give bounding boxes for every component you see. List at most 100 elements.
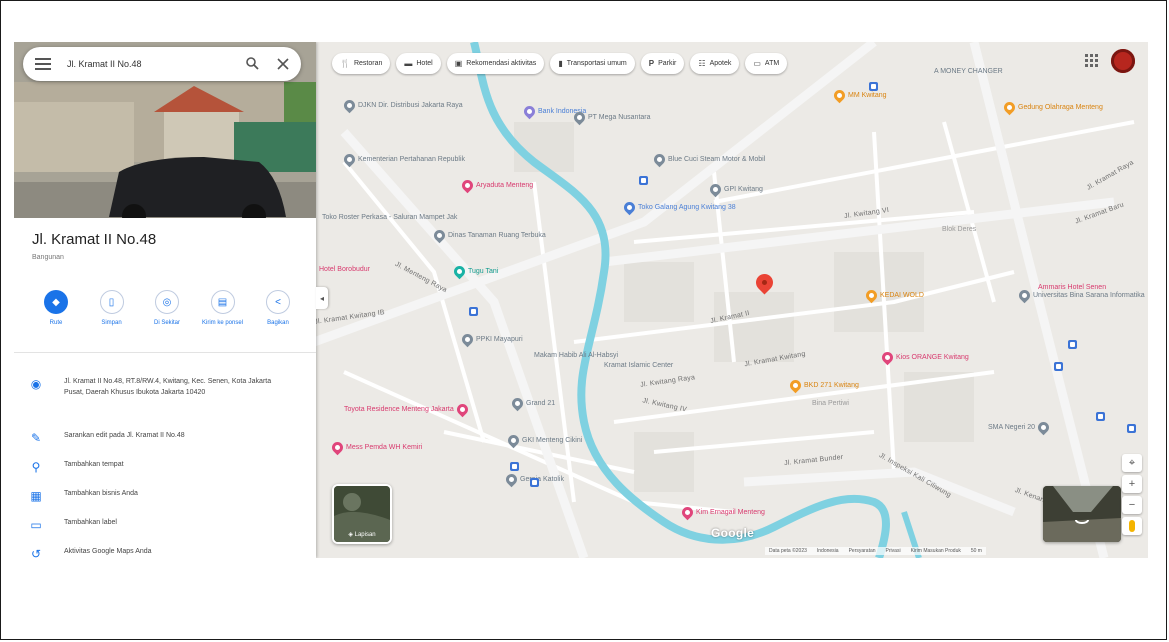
bus-stop-icon[interactable]: [530, 478, 539, 487]
poi-pin-icon: [431, 227, 448, 244]
chip-hotel[interactable]: ▬ Hotel: [396, 53, 441, 74]
search-input[interactable]: [65, 58, 229, 70]
address-row[interactable]: ◉ Jl. Kramat II No.48, RT.8/RW.4, Kwitan…: [28, 376, 289, 398]
poi-kedai-wold[interactable]: KEDAI WOLD: [863, 287, 924, 304]
close-icon[interactable]: [277, 57, 289, 75]
parking-icon: P: [648, 59, 655, 68]
poi-kim-ernagail[interactable]: Kim Ernagail Menteng: [679, 504, 765, 521]
chip-transit[interactable]: ▮ Transportasi umum: [550, 53, 635, 74]
zoom-in-button[interactable]: +: [1122, 475, 1142, 493]
poi-toko-roster[interactable]: Toko Roster Perkasa - Saluran Mampet Jak: [322, 214, 457, 222]
bus-stop-icon[interactable]: [639, 176, 648, 185]
poi-pt-mega[interactable]: PT Mega Nusantara: [571, 109, 651, 126]
map-controls: ⌖ + −: [1122, 454, 1142, 535]
label-icon: ▭: [30, 518, 42, 532]
action-buttons: ◆ Rute ▯ Simpan ◎ Di Sekitar ▤ Kirim ke …: [32, 290, 302, 327]
bus-stop-icon[interactable]: [469, 307, 478, 316]
layers-toggle[interactable]: ◈ Lapisan: [332, 484, 392, 544]
bus-stop-icon[interactable]: [869, 82, 878, 91]
poi-ammaris[interactable]: Ammaris Hotel Senen: [1038, 284, 1106, 292]
poi-hotel-borobudur[interactable]: Hotel Borobudur: [319, 266, 370, 274]
location-button[interactable]: ⌖: [1122, 454, 1142, 472]
poi-bkd-271[interactable]: BKD 271 Kwitang: [787, 377, 859, 394]
share-button[interactable]: < Bagikan: [254, 290, 302, 327]
zoom-out-button[interactable]: −: [1122, 496, 1142, 514]
menu-icon[interactable]: [35, 58, 51, 70]
poi-aryaduta[interactable]: Aryaduta Menteng: [459, 177, 533, 194]
profile-avatar[interactable]: [1111, 49, 1135, 73]
poi-gor-menteng[interactable]: Gedung Olahraga Menteng: [1001, 99, 1103, 116]
scale-label[interactable]: 50 m: [971, 548, 982, 554]
poi-pin-icon: [341, 97, 358, 114]
poi-makam-habib[interactable]: Makam Habib Ali Al-Habsyi: [534, 352, 618, 360]
poi-money-changer[interactable]: A MONEY CHANGER: [934, 68, 1003, 76]
layers-label: ◈ Lapisan: [348, 532, 376, 538]
pencil-icon: ✎: [30, 431, 42, 445]
terms-link[interactable]: Persyaratan: [849, 548, 876, 554]
collapse-panel-button[interactable]: ◂: [316, 287, 328, 309]
chip-activities[interactable]: ▣ Rekomendasi aktivitas: [446, 53, 545, 74]
privacy-link[interactable]: Privasi: [886, 548, 901, 554]
poi-sma-20[interactable]: SMA Negeri 20: [988, 419, 1052, 436]
pegman-icon: [1129, 520, 1135, 532]
chip-parking[interactable]: P Parkir: [640, 53, 685, 74]
poi-pin-icon: [707, 181, 724, 198]
poi-toko-galang[interactable]: Toko Galang Agung Kwitang 38: [621, 199, 736, 216]
save-button[interactable]: ▯ Simpan: [88, 290, 136, 327]
poi-gpi-kwitang[interactable]: GPI Kwitang: [707, 181, 763, 198]
chip-atm[interactable]: ▭ ATM: [745, 53, 788, 74]
poi-mess-pemda[interactable]: Mess Pemda WH Kemiri: [329, 439, 422, 456]
poi-ppki[interactable]: PPKI Mayapuri: [459, 331, 523, 348]
poi-gki[interactable]: GKI Menteng Cikini: [505, 432, 582, 449]
street-view-thumbnail[interactable]: [1043, 486, 1121, 542]
fork-knife-icon: 🍴: [340, 59, 350, 68]
bus-stop-icon[interactable]: [510, 462, 519, 471]
poi-kemhan[interactable]: Kementerian Pertahanan Republik: [341, 151, 465, 168]
add-place-row[interactable]: ⚲ Tambahkan tempat: [28, 459, 289, 475]
panel-divider: [14, 352, 316, 353]
feedback-link[interactable]: Kirim Masukan Produk: [911, 548, 961, 554]
bus-stop-icon[interactable]: [1127, 424, 1136, 433]
poi-islamic-center[interactable]: Kramat Islamic Center: [604, 362, 673, 370]
phone-icon: ▤: [210, 290, 235, 314]
bus-stop-icon[interactable]: [1054, 362, 1063, 371]
poi-pin-icon: [787, 377, 804, 394]
pegman-button[interactable]: [1122, 517, 1142, 535]
pharmacy-icon: ☷: [698, 59, 706, 68]
apps-grid-icon[interactable]: [1085, 54, 1099, 73]
poi-pin-icon: [651, 151, 668, 168]
search-box[interactable]: [23, 47, 301, 81]
suggest-edit-row[interactable]: ✎ Sarankan edit pada Jl. Kramat II No.48: [28, 430, 289, 446]
poi-grand-21[interactable]: Grand 21: [509, 395, 555, 412]
maps-activity-row[interactable]: ↺ Aktivitas Google Maps Anda: [28, 546, 289, 558]
poi-djkn[interactable]: DJKN Dir. Distribusi Jakarta Raya: [341, 97, 463, 114]
place-category[interactable]: Bangunan: [32, 254, 64, 261]
search-icon[interactable]: [246, 57, 259, 75]
poi-pin-icon: [863, 287, 880, 304]
poi-pin-icon: [454, 401, 471, 418]
poi-dinas-tanaman[interactable]: Dinas Tanaman Ruang Terbuka: [431, 227, 546, 244]
bus-stop-icon[interactable]: [1068, 340, 1077, 349]
poi-tugu-tani[interactable]: Tugu Tani: [451, 263, 498, 280]
region-link[interactable]: Indonesia: [817, 548, 839, 554]
bookmark-icon: ▯: [99, 290, 124, 314]
train-icon: ▮: [558, 59, 563, 68]
place-panel: Jl. Kramat II No.48 Bangunan ◆ Rute ▯ Si…: [14, 42, 316, 558]
poi-pin-icon: [831, 87, 848, 104]
nearby-button[interactable]: ◎ Di Sekitar: [143, 290, 191, 327]
category-chips: 🍴 Restoran ▬ Hotel ▣ Rekomendasi aktivitas …: [332, 53, 788, 74]
directions-button[interactable]: ◆ Rute: [32, 290, 80, 327]
poi-toyota-residence[interactable]: Toyota Residence Menteng Jakarta: [344, 401, 471, 418]
poi-blue-cuci[interactable]: Blue Cuci Steam Motor & Mobil: [651, 151, 765, 168]
add-business-row[interactable]: ▦ Tambahkan bisnis Anda: [28, 488, 289, 504]
add-label-row[interactable]: ▭ Tambahkan label: [28, 517, 289, 533]
poi-pin-icon: [521, 103, 538, 120]
bus-stop-icon[interactable]: [1096, 412, 1105, 421]
poi-mm-kwitang[interactable]: MM Kwitang: [831, 87, 887, 104]
poi-pin-icon: [459, 331, 476, 348]
poi-kios-orange[interactable]: Kios ORANGE Kwitang: [879, 349, 969, 366]
chip-pharmacy[interactable]: ☷ Apotek: [690, 53, 740, 74]
chip-restaurant[interactable]: 🍴 Restoran: [332, 53, 391, 74]
poi-pin-icon: [451, 263, 468, 280]
send-to-phone-button[interactable]: ▤ Kirim ke ponsel: [199, 290, 247, 327]
